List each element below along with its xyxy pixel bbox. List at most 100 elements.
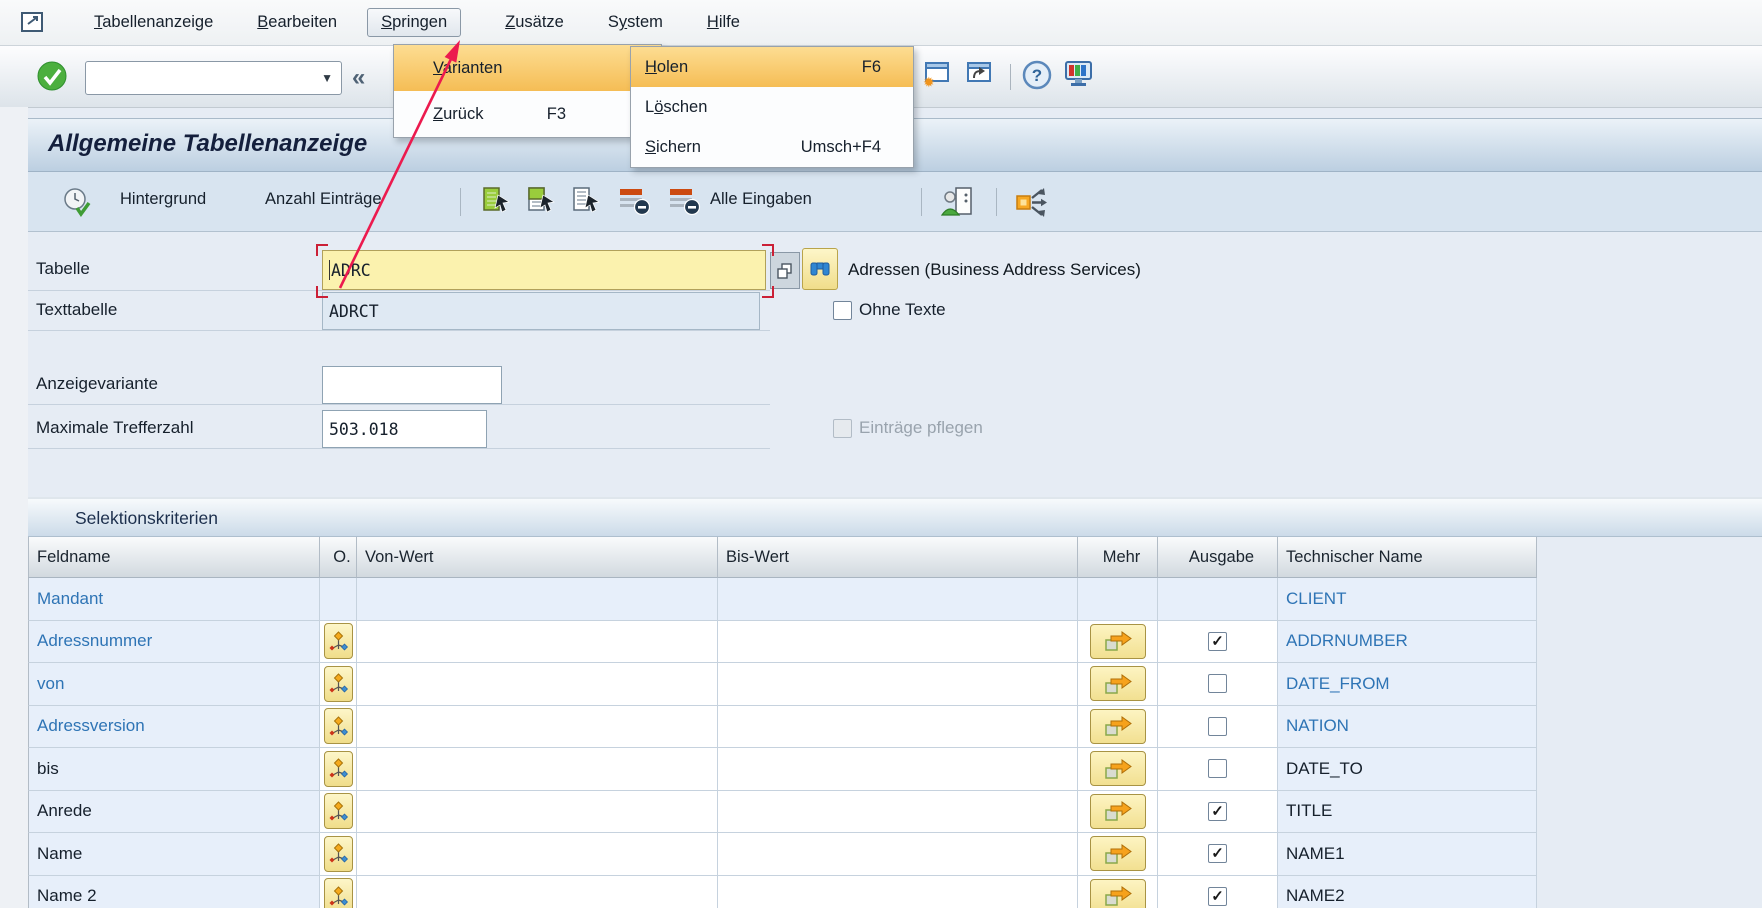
multiple-selection-arrow-icon — [1103, 843, 1133, 865]
varianten-submenu: Holen F6 Löschen Sichern Umsch+F4 — [630, 46, 914, 168]
delete-selection-icon[interactable] — [618, 186, 654, 216]
selection-options-button[interactable] — [324, 666, 353, 702]
menu-hilfe[interactable]: Hilfe — [707, 13, 740, 32]
bis-wert-input[interactable] — [718, 833, 1078, 876]
ausgabe-checkbox[interactable] — [1208, 717, 1227, 736]
bis-wert-input[interactable] — [718, 621, 1078, 664]
max-trefferzahl-field[interactable]: 503.018 — [322, 410, 487, 448]
ausgabe-cell: ✓ — [1158, 791, 1278, 834]
selection-options-icon — [329, 886, 348, 907]
anzahl-eintraege-button[interactable]: Anzahl Einträge — [265, 190, 382, 209]
selection-options-button[interactable] — [324, 793, 353, 829]
tabelle-description: Adressen (Business Address Services) — [848, 260, 1141, 280]
menu-item-holen[interactable]: Holen F6 — [631, 47, 913, 87]
ausgabe-checkbox[interactable]: ✓ — [1208, 802, 1227, 821]
multiple-selection-button[interactable] — [1090, 836, 1146, 871]
menu-bar: Tabellenanzeige Bearbeiten Springen Zusä… — [0, 0, 1762, 46]
von-wert-input[interactable] — [357, 748, 718, 791]
ausgabe-checkbox[interactable] — [1208, 674, 1227, 693]
selection-options-button[interactable] — [324, 623, 353, 659]
menu-tabellenanzeige[interactable]: Tabellenanzeige — [94, 13, 213, 32]
ausgabe-checkbox[interactable]: ✓ — [1208, 887, 1227, 906]
mehr-cell — [1078, 706, 1158, 749]
left-margin — [0, 107, 28, 908]
ausgabe-checkbox[interactable] — [1208, 759, 1227, 778]
von-wert-input[interactable] — [357, 706, 718, 749]
new-session-icon[interactable]: ✹ — [918, 60, 952, 90]
system-menu-icon[interactable] — [20, 10, 50, 36]
multiple-selection-button[interactable] — [1090, 879, 1146, 908]
enter-check-icon[interactable] — [36, 60, 70, 94]
von-wert-input[interactable] — [357, 833, 718, 876]
multiple-selection-button[interactable] — [1090, 751, 1146, 786]
delete-all-selection-icon[interactable] — [668, 186, 704, 216]
anzeigevariante-field[interactable] — [322, 366, 502, 404]
ausgabe-checkbox[interactable]: ✓ — [1208, 632, 1227, 651]
focus-corner — [762, 244, 774, 256]
selection-options-icon — [329, 716, 348, 737]
deselect-all-icon[interactable] — [570, 186, 604, 216]
menu-springen[interactable]: Springen — [367, 8, 461, 37]
help-icon[interactable]: ? — [1022, 60, 1054, 92]
execute-background-icon[interactable] — [62, 186, 96, 218]
export-icon[interactable] — [1014, 186, 1054, 218]
create-shortcut-icon[interactable] — [962, 60, 996, 90]
overlapping-squares-icon — [775, 261, 795, 281]
ohne-texte-checkbox[interactable] — [833, 301, 852, 320]
selection-options-button[interactable] — [324, 708, 353, 744]
menu-item-zurueck[interactable]: Zurück F3 — [394, 91, 661, 137]
appbar-separator — [460, 188, 461, 216]
menu-zusaetze[interactable]: Zusätze — [505, 13, 564, 32]
hintergrund-button[interactable]: Hintergrund — [120, 190, 206, 209]
tabelle-field[interactable]: ADRC — [322, 250, 766, 290]
focus-corner — [316, 286, 328, 298]
von-wert-input[interactable] — [357, 791, 718, 834]
select-all-icon[interactable] — [480, 186, 514, 216]
option-cell — [320, 876, 357, 908]
ohne-texte-row: Ohne Texte — [833, 300, 946, 320]
technical-name-cell: NATION — [1278, 706, 1537, 749]
bis-wert-input[interactable] — [718, 663, 1078, 706]
eintraege-pflegen-row: Einträge pflegen — [833, 418, 983, 438]
field-name-cell: Adressnummer — [28, 621, 320, 664]
option-cell — [320, 833, 357, 876]
bis-wert-input[interactable] — [718, 706, 1078, 749]
von-wert-input[interactable] — [357, 578, 718, 621]
multiple-selection-button[interactable] — [1090, 624, 1146, 659]
select-block-icon[interactable] — [525, 186, 559, 216]
ausgabe-checkbox[interactable]: ✓ — [1208, 844, 1227, 863]
field-name-cell: Anrede — [28, 791, 320, 834]
von-wert-input[interactable] — [357, 876, 718, 908]
multiple-selection-button[interactable] — [1090, 794, 1146, 829]
multiple-selection-button[interactable] — [1090, 666, 1146, 701]
multiple-selection-arrow-icon — [1103, 758, 1133, 780]
selection-options-button[interactable] — [324, 836, 353, 872]
selection-options-button[interactable] — [324, 878, 353, 908]
users-icon[interactable] — [940, 186, 976, 218]
von-wert-input[interactable] — [357, 663, 718, 706]
bis-wert-input[interactable] — [718, 748, 1078, 791]
command-field[interactable]: ▼ — [85, 61, 342, 95]
collapse-toolbar-icon[interactable]: « — [352, 64, 365, 92]
field-name-cell: Adressversion — [28, 706, 320, 749]
col-ausgabe: Ausgabe — [1158, 537, 1278, 578]
menu-system[interactable]: System — [608, 13, 663, 32]
command-dropdown-icon[interactable]: ▼ — [321, 71, 333, 85]
multiple-selection-button[interactable] — [1090, 709, 1146, 744]
menu-item-varianten[interactable]: Varianten ▶ — [394, 45, 661, 91]
bis-wert-input[interactable] — [718, 791, 1078, 834]
customize-layout-icon[interactable] — [1064, 60, 1096, 90]
multiple-values-button[interactable] — [770, 252, 800, 289]
menu-item-sichern[interactable]: Sichern Umsch+F4 — [631, 127, 913, 167]
menu-bearbeiten[interactable]: Bearbeiten — [257, 13, 337, 32]
von-wert-input[interactable] — [357, 621, 718, 664]
selection-options-button[interactable] — [324, 751, 353, 787]
menu-item-loeschen[interactable]: Löschen — [631, 87, 913, 127]
multiple-selection-arrow-icon — [1103, 885, 1133, 907]
search-help-button[interactable] — [802, 248, 838, 290]
alle-eingaben-button[interactable]: Alle Eingaben — [710, 190, 812, 209]
bis-wert-input[interactable] — [718, 876, 1078, 908]
col-technischer-name: Technischer Name — [1278, 537, 1537, 578]
technical-name-cell: TITLE — [1278, 791, 1537, 834]
bis-wert-input[interactable] — [718, 578, 1078, 621]
